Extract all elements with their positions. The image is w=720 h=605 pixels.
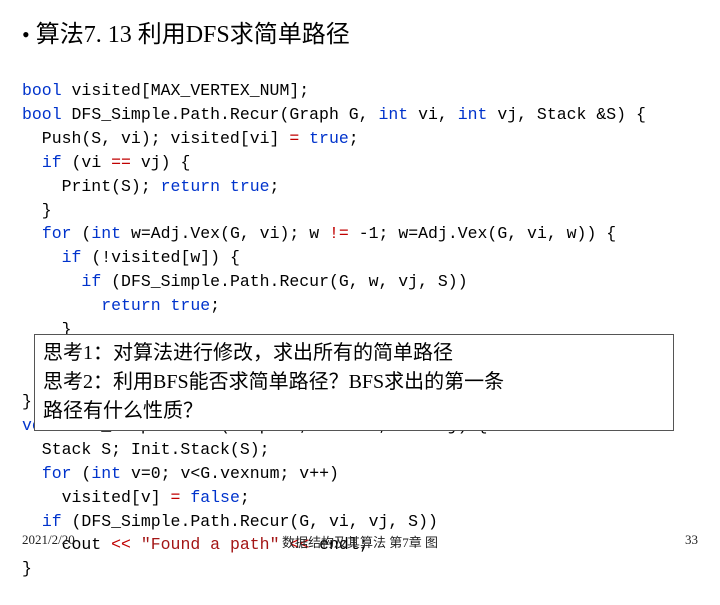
- thinking-callout: 思考1：对算法进行修改，求出所有的简单路径 思考2：利用BFS能否求简单路径？B…: [34, 334, 674, 431]
- thinking-line-3: 路径有什么性质？: [43, 397, 665, 426]
- kw-bool: bool: [22, 105, 62, 124]
- thinking-line-1: 思考1：对算法进行修改，求出所有的简单路径: [43, 339, 665, 368]
- footer-page-number: 33: [685, 532, 698, 548]
- thinking-line-2: 思考2：利用BFS能否求简单路径？BFS求出的第一条: [43, 368, 665, 397]
- bullet-icon: •: [22, 22, 30, 47]
- kw-bool: bool: [22, 81, 62, 100]
- footer-center: 数据结构及其算法 第7章 图: [0, 532, 720, 551]
- slide-title: •算法7. 13 利用DFS求简单路径: [22, 14, 698, 49]
- code-block: bool visited[MAX_VERTEX_NUM]; bool DFS_S…: [22, 55, 698, 605]
- title-text: 算法7. 13 利用DFS求简单路径: [36, 22, 350, 48]
